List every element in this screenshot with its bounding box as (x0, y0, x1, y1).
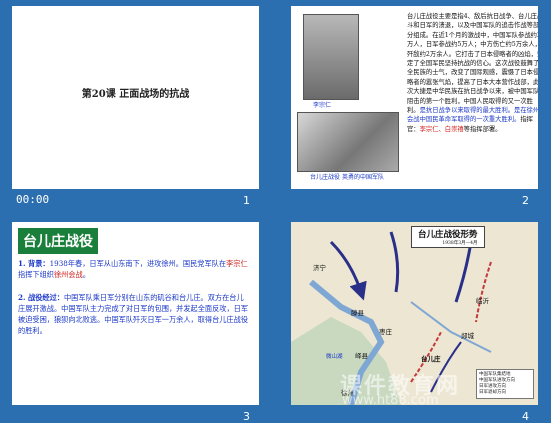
item-1-text-segment: 国民党军队 (182, 259, 219, 268)
item-1-text-segment: 南下，进攻徐州。 (125, 259, 183, 268)
slide-1-timing: 00:00 (16, 193, 50, 206)
place-yixian: 峄县 (355, 352, 368, 360)
slide-1-title: 第20课 正面战场的抗战 (81, 89, 190, 100)
portrait-photo (303, 14, 359, 100)
slide-2-text-segment: 李宗仁、白崇禧 (419, 125, 464, 133)
place-jining: 济宁 (313, 264, 326, 272)
map-subtitle: 1938年3月—4月 (442, 241, 478, 246)
place-taierzhuang: 台儿庄 (421, 355, 441, 363)
item-1-text-segment: 指挥下组织 (18, 270, 54, 279)
place-linyi: 临沂 (476, 297, 489, 305)
map-title: 台儿庄战役形势 1938年3月—4月 (411, 226, 485, 248)
watermark-url: www.ht88.com (342, 393, 439, 408)
map-legend: 中国军队集结地 中国军队进攻方向 日军进攻方向 日军退却方向 (476, 369, 534, 399)
place-zaozhuang: 枣庄 (379, 328, 392, 336)
slide-1-thumbnail[interactable]: 第20课 正面战场的抗战 (12, 6, 259, 189)
slide-2-text-segment: 是抗日战争以来取得的最大胜利。 (419, 107, 515, 115)
item-1-text-segment: 山东 (111, 259, 126, 268)
item-2-label: 2. 战役经过： (18, 293, 64, 302)
item-1-text-segment: 在 (218, 259, 227, 268)
map-title-text: 台儿庄战役形势 (418, 230, 478, 240)
slide-3-thumbnail[interactable]: 台儿庄战役 1. 背景：1938年春，日军从山东南下，进攻徐州。国民党军队在李宗… (12, 222, 259, 405)
battle-caption: 台儿庄战役 英勇的中国军队 (310, 174, 384, 181)
item-1-label: 1. 背景： (18, 259, 50, 268)
slide-3-item-1: 1. 背景：1938年春，日军从山东南下，进攻徐州。国民党军队在李宗仁指挥下组织… (18, 258, 250, 280)
slide-3-number: 3 (243, 410, 250, 423)
item-1-text-segment: 李宗仁 (226, 259, 248, 268)
slide-2-thumbnail[interactable]: 李宗仁 台儿庄战役 英勇的中国军队 台儿庄战役主要是指4、敌后抗日战争、台儿庄战… (291, 6, 538, 189)
item-1-text-segment: 1938年春，日军从 (49, 259, 111, 268)
item-1-text-segment: 徐州会战 (53, 270, 83, 279)
slide-2-text-segment: 等指挥部署。 (463, 125, 502, 133)
place-weishan-lake: 微山湖 (326, 354, 343, 360)
place-tengxian: 滕县 (351, 309, 364, 317)
slide-1-number: 1 (243, 194, 250, 207)
slide-2-number: 2 (522, 194, 529, 207)
slide-2-text-segment: 台儿庄战役主要是指4、敌后抗日战争、台儿庄战斗和日军的溃退，以及中国军队的追击作… (407, 13, 538, 115)
battle-photo (297, 112, 399, 172)
place-tancheng: 郯城 (461, 332, 474, 340)
portrait-caption: 李宗仁 (313, 102, 332, 109)
slide-4-number: 4 (522, 410, 529, 423)
slide-2-paragraph: 台儿庄战役主要是指4、敌后抗日战争、台儿庄战斗和日军的溃退，以及中国军队的追击作… (407, 12, 538, 134)
slide-3-item-2: 2. 战役经过：中国军队乘日军分别在山东的矶谷和台儿庄。双方在台儿庄展开激战。中… (18, 292, 250, 336)
item-1-text-segment: 。 (82, 270, 90, 279)
slide-3-title: 台儿庄战役 (18, 228, 98, 254)
legend-item: 日军退却方向 (479, 390, 506, 395)
